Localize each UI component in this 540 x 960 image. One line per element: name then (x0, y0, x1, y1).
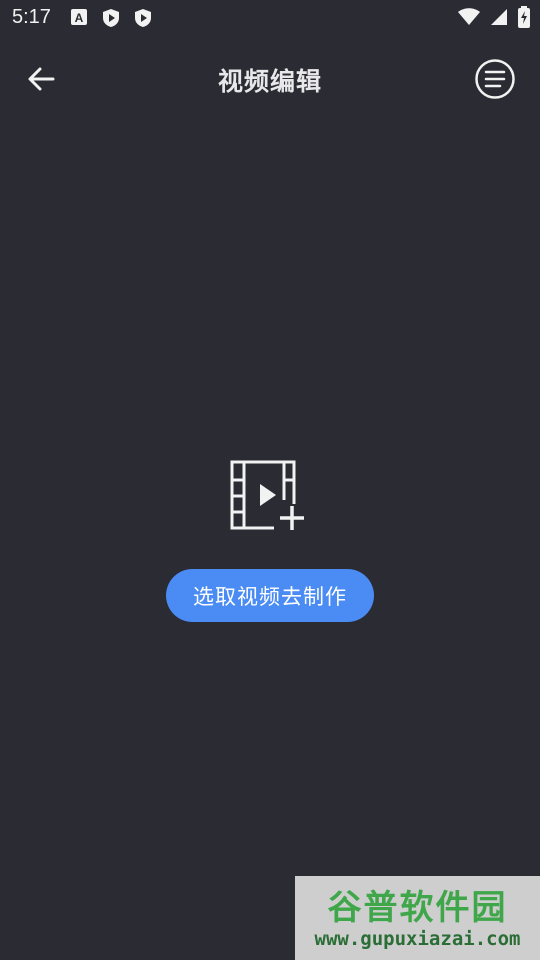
watermark-url: www.gupuxiazai.com (314, 928, 521, 950)
pick-video-button[interactable]: 选取视频去制作 (166, 569, 374, 622)
watermark: 谷普软件园 www.gupuxiazai.com (295, 876, 540, 960)
app-header: 视频编辑 (0, 50, 540, 108)
status-left-icons: A (70, 8, 152, 28)
shield-icon (135, 9, 151, 27)
status-bar: 5:17 A (0, 0, 540, 36)
watermark-title: 谷普软件园 (327, 888, 508, 928)
wifi-icon (458, 8, 480, 25)
a-icon: A (71, 9, 87, 25)
signal-icon (491, 9, 507, 25)
screen: 5:17 A 视频编辑 选取视频去制作 谷普软件园 www.gupuxiazai… (0, 0, 540, 960)
menu-button[interactable] (474, 58, 516, 100)
video-add-icon (230, 460, 304, 530)
svg-text:A: A (75, 11, 84, 25)
shield-icon (103, 9, 119, 27)
status-time: 5:17 (12, 6, 51, 28)
battery-icon (518, 6, 530, 28)
menu-icon (475, 59, 515, 99)
status-right-icons (458, 6, 530, 28)
page-title: 视频编辑 (217, 67, 322, 96)
